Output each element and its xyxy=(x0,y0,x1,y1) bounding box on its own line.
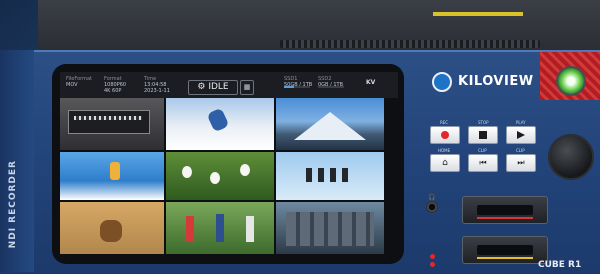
jog-knob[interactable] xyxy=(548,134,594,180)
play-button[interactable] xyxy=(506,126,536,144)
status-brand: KV xyxy=(366,79,376,86)
headphone-icon: 🎧 xyxy=(428,194,436,201)
thumbnail-antelope[interactable] xyxy=(60,202,164,254)
thumbnail-flowers[interactable] xyxy=(166,152,274,200)
stop-icon xyxy=(479,131,487,139)
home-button[interactable]: ⌂ xyxy=(430,154,460,172)
next-clip-button[interactable]: ⏭ xyxy=(506,154,536,172)
thumbnail-mixer[interactable] xyxy=(60,98,164,150)
record-icon xyxy=(441,131,449,139)
headphone-jack xyxy=(426,201,438,213)
time: Time 13:04:58 2023-1-11 xyxy=(144,76,170,94)
brand-name: KILOVIEW xyxy=(458,74,534,89)
ssd-slot-1[interactable] xyxy=(462,196,548,224)
skip-forward-icon: ⏭ xyxy=(517,158,525,167)
grid-icon[interactable]: ▦ xyxy=(240,80,254,95)
skip-back-icon: ⏮ xyxy=(479,158,487,167)
power-button[interactable] xyxy=(556,66,586,96)
home-label: HOME xyxy=(438,148,451,153)
ssd-slot-1-indicator xyxy=(477,217,533,219)
thumbnail-mountain[interactable] xyxy=(276,98,384,150)
state-text: IDLE xyxy=(208,82,229,92)
ssd-slot-2-indicator xyxy=(477,257,533,259)
time-sub: 2023-1-11 xyxy=(144,88,170,94)
side-panel: NDI RECORDER xyxy=(0,50,34,272)
brand-logo: KILOVIEW xyxy=(432,70,542,94)
stop-label: STOP xyxy=(478,120,489,125)
thumbnail-skier[interactable] xyxy=(166,98,274,150)
ssd2-meter xyxy=(318,86,344,88)
ssd1-meter xyxy=(284,86,310,88)
ssd-slot-1-bay xyxy=(477,205,533,215)
next-clip-label: CLIP xyxy=(516,148,525,153)
play-icon xyxy=(517,131,525,139)
multiview-grid xyxy=(60,98,384,254)
thumbnail-skydivers[interactable] xyxy=(276,152,384,200)
thumbnail-surfer[interactable] xyxy=(60,152,164,200)
status-led-red xyxy=(430,254,435,259)
format: Format 1080P60 4K 60P xyxy=(104,76,126,94)
status-led-red-2 xyxy=(430,262,435,267)
top-vent xyxy=(280,40,540,48)
rec-button[interactable] xyxy=(430,126,460,144)
home-icon: ⌂ xyxy=(442,158,448,168)
kiloview-mark-icon xyxy=(432,72,452,92)
prev-clip-label: CLIP xyxy=(478,148,487,153)
thumbnail-city[interactable] xyxy=(276,202,384,254)
top-accent xyxy=(433,12,523,16)
side-label: NDI RECORDER xyxy=(8,160,18,249)
prev-clip-button[interactable]: ⏮ xyxy=(468,154,498,172)
ssd-slot-2-bay xyxy=(477,245,533,255)
ssd-slot-2[interactable] xyxy=(462,236,548,264)
format-sub: 4K 60P xyxy=(104,88,122,94)
record-state-indicator: ⚙ IDLE xyxy=(188,80,238,95)
thumbnail-runners[interactable] xyxy=(166,202,274,254)
gear-icon: ⚙ xyxy=(197,82,209,92)
file-format-value: MOV xyxy=(66,82,78,88)
model-name: CUBE R1 xyxy=(538,260,582,270)
rec-label: REC xyxy=(440,120,449,125)
stop-button[interactable] xyxy=(468,126,498,144)
file-format: FileFormat MOV xyxy=(66,76,92,88)
play-label: PLAY xyxy=(516,120,526,125)
